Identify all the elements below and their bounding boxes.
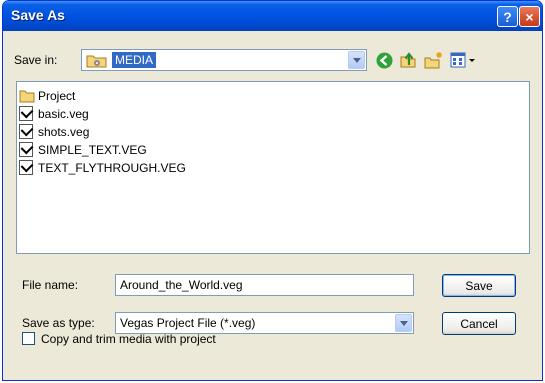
up-one-level-button[interactable] (399, 50, 417, 70)
save-as-dialog: Save As ? × Save in: MEDIA Project basic… (2, 0, 543, 381)
save-as-type-dropdown-arrow[interactable] (395, 314, 412, 332)
save-in-dropdown-arrow[interactable] (348, 51, 365, 69)
save-as-type-value: Vegas Project File (*.veg) (120, 316, 256, 330)
veg-file-icon (19, 105, 35, 122)
save-in-value: MEDIA (112, 52, 157, 68)
title-bar[interactable]: Save As ? × (3, 1, 542, 31)
help-button[interactable]: ? (497, 6, 518, 27)
dialog-title: Save As (11, 7, 65, 23)
cancel-button[interactable]: Cancel (442, 312, 516, 335)
copy-trim-label: Copy and trim media with project (41, 332, 216, 346)
folder-icon (86, 55, 107, 68)
list-item[interactable]: SIMPLE_TEXT.VEG (19, 141, 147, 158)
file-name: SIMPLE_TEXT.VEG (38, 142, 147, 157)
file-name: shots.veg (38, 124, 90, 139)
veg-file-icon (19, 141, 35, 158)
new-folder-icon (424, 52, 442, 69)
file-name: basic.veg (38, 106, 89, 121)
list-item-folder[interactable]: Project (19, 87, 75, 104)
up-folder-icon (400, 52, 416, 68)
save-button[interactable]: Save (442, 274, 516, 297)
veg-file-icon (19, 159, 35, 176)
save-in-dropdown[interactable]: MEDIA (81, 49, 367, 71)
file-name: Project (38, 88, 76, 103)
new-folder-button[interactable] (423, 50, 443, 70)
save-as-type-label: Save as type: (22, 316, 95, 330)
views-menu-button[interactable] (449, 50, 477, 70)
chevron-down-icon (352, 57, 361, 63)
file-list[interactable]: Project basic.veg shots.veg SIMPLE_TEXT.… (16, 81, 530, 254)
view-grid-icon (450, 52, 475, 68)
list-item[interactable]: TEXT_FLYTHROUGH.VEG (19, 159, 186, 176)
folder-icon (19, 90, 35, 102)
veg-file-icon (19, 123, 35, 140)
file-name-label: File name: (22, 278, 79, 292)
copy-trim-checkbox[interactable] (22, 332, 35, 345)
back-button[interactable] (375, 50, 393, 70)
chevron-down-icon (399, 320, 408, 326)
file-name-input[interactable]: Around_the_World.veg (115, 274, 414, 296)
back-arrow-icon (376, 52, 392, 68)
file-name: TEXT_FLYTHROUGH.VEG (38, 160, 186, 175)
save-as-type-dropdown[interactable]: Vegas Project File (*.veg) (115, 312, 414, 334)
list-item[interactable]: basic.veg (19, 105, 89, 122)
save-in-label: Save in: (14, 53, 58, 67)
list-item[interactable]: shots.veg (19, 123, 89, 140)
close-button[interactable]: × (519, 6, 540, 27)
